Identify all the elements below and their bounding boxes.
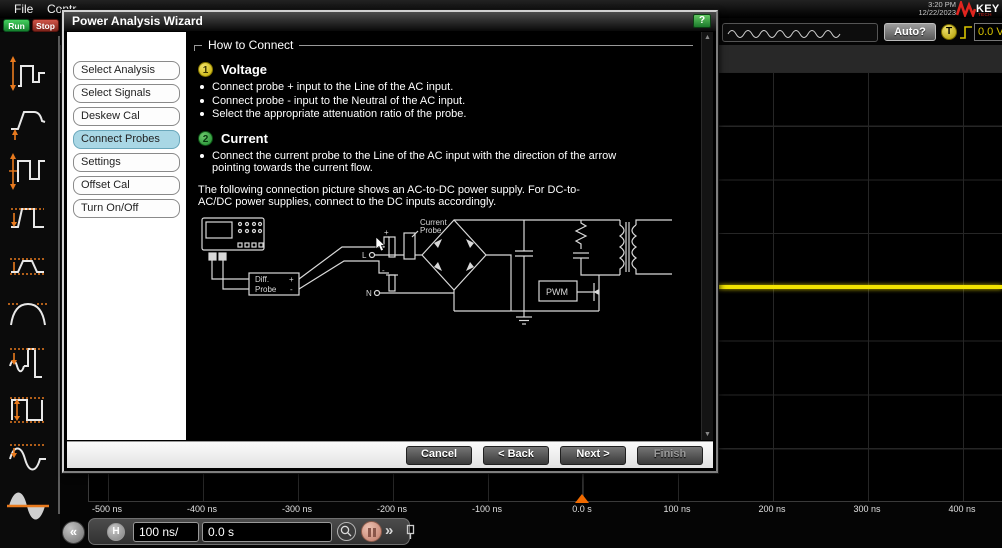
time-tick-label: 300 ns [853, 504, 880, 514]
scroll-up-icon[interactable]: ▲ [702, 34, 713, 41]
time-scale-input[interactable]: 100 ns/ [133, 522, 199, 542]
svg-text:-: - [382, 266, 385, 275]
wizard-nav-offset-cal[interactable]: Offset Cal [73, 176, 180, 195]
time-tick-label: -100 ns [472, 504, 502, 514]
keysight-logo-icon [956, 1, 976, 17]
time-tick-label: 100 ns [663, 504, 690, 514]
wizard-nav-deskew-cal[interactable]: Deskew Cal [73, 107, 180, 126]
run-button[interactable]: Run [3, 19, 30, 32]
svg-text:Probe: Probe [255, 285, 277, 294]
svg-text:+: + [384, 228, 389, 237]
horizontal-badge: H [107, 523, 125, 541]
wizard-nav-connect-probes[interactable]: Connect Probes [73, 130, 180, 149]
bullet-item: Connect probe + input to the Line of the… [200, 81, 693, 94]
measure-trapezoid-level-icon[interactable] [6, 244, 52, 286]
trigger-level-value[interactable]: 0.0 V [974, 23, 1002, 41]
diff-probe-label: Diff. [255, 275, 269, 284]
measure-overshoot-pulse-icon[interactable] [6, 196, 52, 238]
group-header: How to Connect [194, 38, 693, 52]
voltage-title: Voltage [221, 62, 267, 77]
time-tick-label: -300 ns [282, 504, 312, 514]
finish-button: Finish [637, 446, 703, 465]
cancel-button[interactable]: Cancel [406, 446, 472, 465]
svg-text:Probe: Probe [420, 226, 442, 235]
measure-square-amplitude-icon[interactable] [6, 388, 52, 430]
measure-sine-area-icon[interactable] [6, 484, 52, 526]
zoom-button[interactable] [337, 522, 356, 541]
power-analysis-wizard-dialog: Power Analysis Wizard ? Select AnalysisS… [62, 10, 718, 473]
menu-file[interactable]: File [14, 2, 33, 16]
oscilloscope-screen: File Contr 3:20 PM 12/22/2023 KEY TECH R… [0, 0, 1002, 548]
brand-sub: TECH [978, 12, 992, 17]
measure-dual-step-icon[interactable] [6, 148, 52, 190]
bullet-item: Select the appropriate attenuation ratio… [200, 108, 693, 121]
dialog-body: Select Analysis Select Signals Deskew Cal C… [67, 32, 713, 440]
connection-note: The following connection picture shows a… [198, 184, 613, 209]
current-section: 2 Current Connect the current probe to t… [198, 131, 693, 175]
measure-sine-peak-icon[interactable] [6, 436, 52, 478]
preview-waveform-icon [723, 24, 873, 41]
help-button[interactable]: ? [693, 14, 711, 28]
content-scrollbar[interactable]: ▲ ▼ [701, 32, 713, 440]
pwm-label: PWM [546, 287, 568, 297]
connection-diagram: Current Probe L N Diff. Probe + - + - PW… [194, 217, 699, 331]
wizard-nav-select-signals[interactable]: Select Signals [73, 84, 180, 103]
dialog-title-bar[interactable]: Power Analysis Wizard ? [64, 12, 716, 31]
line-label: L [362, 251, 367, 260]
measurement-sidebar [0, 32, 60, 548]
measure-settle-step-icon[interactable] [6, 340, 52, 382]
svg-text:+: + [289, 275, 294, 284]
clock-date: 12/22/2023 [918, 9, 956, 17]
time-tick-label: 0.0 s [572, 504, 592, 514]
time-tick-label: 200 ns [758, 504, 785, 514]
step1-badge: 1 [198, 62, 213, 77]
wizard-nav-turn-on-off[interactable]: Turn On/Off [73, 199, 180, 218]
wizard-content: How to Connect 1 Voltage Connect probe +… [186, 32, 701, 440]
time-tick-label: -200 ns [377, 504, 407, 514]
brand-logo: KEY TECH [956, 0, 1002, 18]
measure-dome-top-icon[interactable] [6, 292, 52, 334]
bullet-item: Connect the current probe to the Line of… [200, 150, 693, 175]
neutral-label: N [366, 289, 372, 298]
horizontal-scale-bar: H 100 ns/ 0.0 s » [88, 518, 410, 545]
push-pin-icon[interactable] [404, 524, 417, 540]
scroll-down-icon[interactable]: ▼ [702, 431, 713, 438]
timeline: -500 ns -400 ns -300 ns -200 ns -100 ns 0.0 s… [88, 504, 1002, 517]
measure-amplitude-pulse-icon[interactable] [6, 52, 52, 94]
measure-edge-rise-icon[interactable] [6, 100, 52, 142]
bullet-item: Connect probe - input to the Neutral of … [200, 95, 693, 108]
back-button[interactable]: < Back [483, 446, 549, 465]
pause-bars-icon [368, 528, 371, 537]
trigger-marker-icon[interactable] [575, 494, 589, 503]
collapse-hbar-button[interactable]: « [62, 521, 85, 544]
next-button[interactable]: Next > [560, 446, 626, 465]
time-tick-label: -400 ns [187, 504, 217, 514]
dialog-title: Power Analysis Wizard [72, 14, 203, 28]
auto-trigger-button[interactable]: Auto? [884, 23, 936, 41]
rising-edge-icon [959, 24, 973, 41]
stop-button[interactable]: Stop [32, 19, 59, 32]
group-title: How to Connect [202, 38, 299, 52]
wizard-nav-select-analysis[interactable]: Select Analysis [73, 61, 180, 80]
expand-controls-button[interactable]: » [385, 522, 393, 539]
sidebar-scrollbar[interactable] [58, 36, 60, 514]
wizard-footer: Cancel < Back Next > Finish [67, 441, 713, 468]
pause-button[interactable] [361, 521, 382, 542]
voltage-section: 1 Voltage Connect probe + input to the L… [198, 62, 693, 121]
time-tick-label: -500 ns [92, 504, 122, 514]
trigger-badge[interactable]: T [941, 24, 957, 40]
wizard-nav-panel: Select Analysis Select Signals Deskew Cal C… [67, 32, 186, 440]
clock: 3:20 PM 12/22/2023 [918, 1, 956, 17]
current-title: Current [221, 131, 268, 146]
time-position-input[interactable]: 0.0 s [202, 522, 332, 542]
acquisition-preview [722, 23, 878, 42]
time-tick-label: 400 ns [948, 504, 975, 514]
step2-badge: 2 [198, 131, 213, 146]
magnifier-icon [338, 523, 354, 539]
svg-text:-: - [290, 285, 293, 294]
wizard-nav-settings[interactable]: Settings [73, 153, 180, 172]
